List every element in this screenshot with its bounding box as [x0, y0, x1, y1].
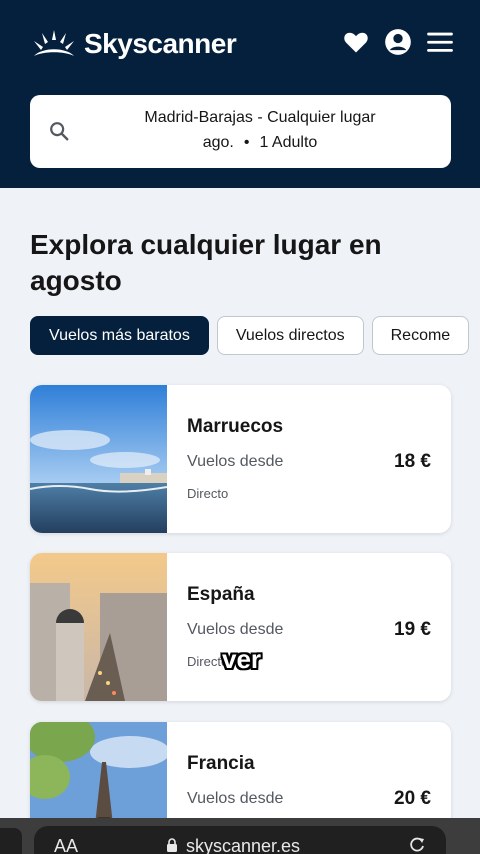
card-country: Francia	[187, 753, 255, 774]
search-details: ago. • 1 Adulto	[90, 134, 430, 152]
lock-icon	[167, 838, 177, 852]
card-from-label: Vuelos desde	[187, 621, 284, 638]
card-stops: Directo	[187, 486, 229, 501]
search-travellers: 1 Adulto	[259, 134, 318, 151]
card-from-label: Vuelos desde	[187, 453, 284, 470]
chip-direct-flights[interactable]: Vuelos directos	[216, 316, 364, 355]
destination-card-espana[interactable]: España Vuelos desde 19 € Directo	[30, 553, 451, 701]
separator-dot: •	[243, 134, 250, 151]
card-price: 19 €	[394, 619, 431, 640]
brand-logo[interactable]: Skyscanner	[30, 26, 237, 62]
heart-icon[interactable]	[342, 28, 370, 56]
filter-chips: Vuelos más baratos Vuelos directos Recome	[30, 316, 480, 356]
account-icon[interactable]	[384, 28, 412, 56]
card-country: Marruecos	[187, 416, 284, 437]
destination-image-beach	[30, 385, 167, 533]
chip-cheapest-flights[interactable]: Vuelos más baratos	[30, 316, 209, 355]
browser-address-bar: AA skyscanner.es	[0, 818, 480, 854]
card-from-label: Vuelos desde	[187, 790, 284, 807]
brand-name: Skyscanner	[84, 28, 237, 59]
video-caption: ver	[222, 644, 262, 674]
address-pill[interactable]: AA skyscanner.es	[34, 826, 446, 854]
destination-card-marruecos[interactable]: Marruecos Vuelos desde 18 € Directo	[30, 385, 451, 533]
menu-icon[interactable]	[426, 28, 454, 56]
search-month: ago.	[202, 134, 234, 151]
search-route: Madrid-Barajas - Cualquier lugar	[144, 109, 376, 126]
card-country: España	[187, 584, 255, 605]
search-summary-box[interactable]: Madrid-Barajas - Cualquier lugar ago. • 1 …	[30, 95, 451, 168]
url-text[interactable]: skyscanner.es	[186, 836, 300, 854]
sunrise-logo-icon	[34, 30, 74, 56]
reload-icon[interactable]	[408, 836, 426, 854]
chip-recommended[interactable]: Recome	[371, 316, 470, 355]
destination-image-city	[30, 553, 167, 701]
text-size-button[interactable]: AA	[54, 836, 78, 854]
card-price: 18 €	[394, 451, 431, 472]
browser-tab-edge	[0, 828, 22, 854]
card-price: 20 €	[394, 788, 431, 809]
search-icon	[50, 122, 69, 141]
app-header: Skyscanner Madrid-Barajas - Cualquier lu…	[0, 0, 480, 188]
page-title: Explora cualquier lugar en agosto	[30, 229, 382, 296]
